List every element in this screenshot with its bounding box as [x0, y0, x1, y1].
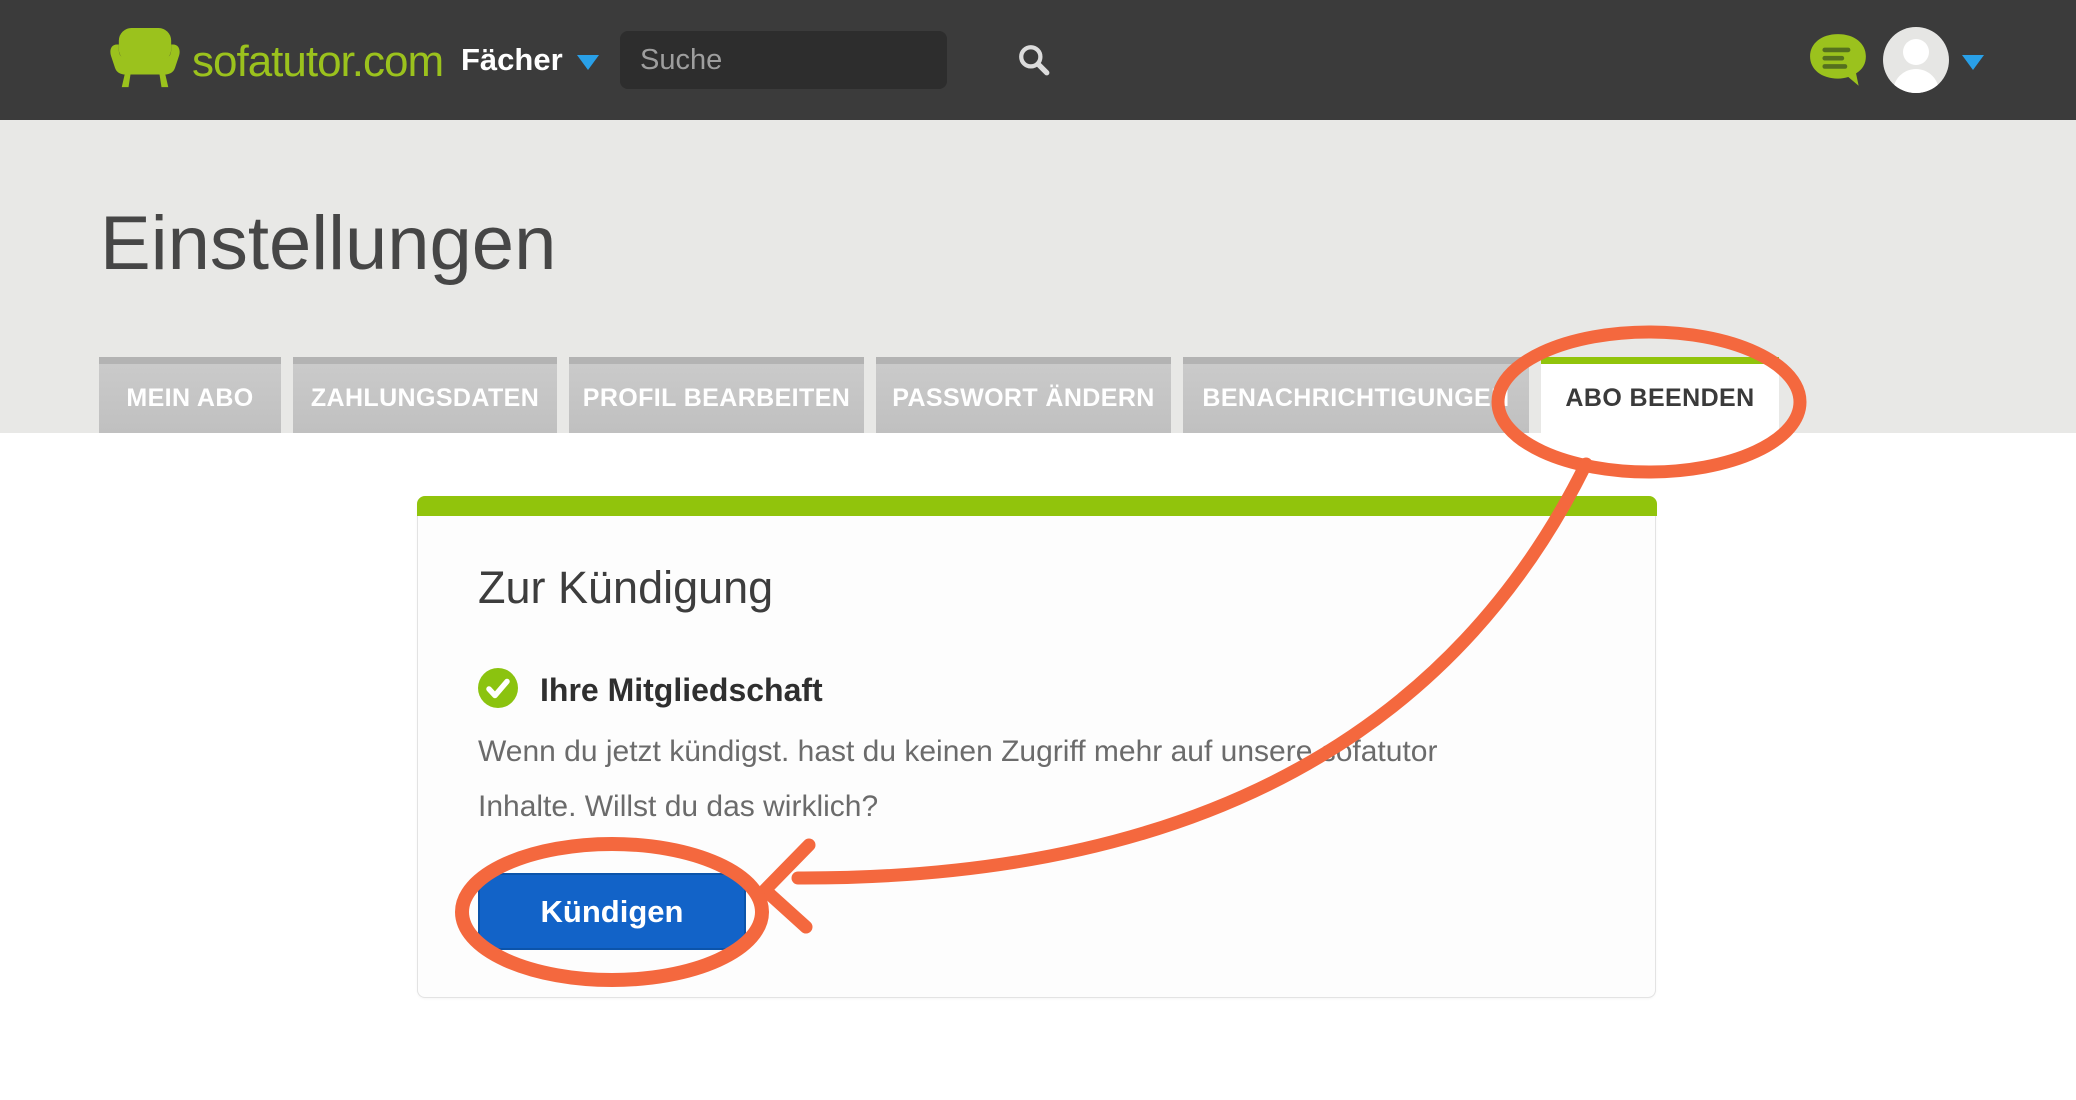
- cancellation-card: Zur Kündigung Ihre Mitgliedschaft Wenn d…: [417, 496, 1656, 998]
- tab-label: ZAHLUNGSDATEN: [311, 384, 539, 413]
- tab-mein-abo[interactable]: MEIN ABO: [99, 357, 281, 433]
- tab-label: MEIN ABO: [126, 384, 253, 413]
- chat-bubble-icon: [1808, 76, 1870, 93]
- user-menu[interactable]: [1883, 27, 1984, 93]
- search-input[interactable]: [620, 44, 1017, 77]
- avatar-shoulders-shape: [1893, 69, 1939, 93]
- page-title: Einstellungen: [100, 200, 556, 287]
- membership-status-row: Ihre Mitgliedschaft: [478, 668, 823, 713]
- card-body-text: Wenn du jetzt kündigst. hast du keinen Z…: [478, 724, 1437, 834]
- card-accent-bar: [417, 496, 1657, 516]
- tab-label: PROFIL BEARBEITEN: [583, 384, 850, 413]
- tab-profil-bearbeiten[interactable]: PROFIL BEARBEITEN: [569, 357, 864, 433]
- messages-button[interactable]: [1808, 33, 1870, 94]
- chevron-down-icon: [577, 55, 599, 70]
- tab-abo-beenden[interactable]: ABO BEENDEN: [1541, 357, 1779, 433]
- tab-label: BENACHRICHTIGUNGEN: [1202, 384, 1509, 413]
- cancel-subscription-button[interactable]: Kündigen: [478, 873, 746, 950]
- check-icon: [478, 668, 518, 713]
- nav-item-faecher[interactable]: Fächer: [461, 0, 599, 120]
- tab-zahlungsdaten[interactable]: ZAHLUNGSDATEN: [293, 357, 557, 433]
- tab-passwort-aendern[interactable]: PASSWORT ÄNDERN: [876, 357, 1171, 433]
- top-navbar: sofatutor.com Fächer: [0, 0, 2076, 120]
- sofa-logo-icon: [110, 28, 180, 95]
- search-icon[interactable]: [1017, 31, 1051, 89]
- card-heading: Zur Kündigung: [478, 562, 773, 614]
- nav-item-label: Fächer: [461, 42, 563, 78]
- card-body-line-2: Inhalte. Willst du das wirklich?: [478, 779, 1437, 834]
- tab-benachrichtigungen[interactable]: BENACHRICHTIGUNGEN: [1183, 357, 1529, 433]
- cancel-button-label: Kündigen: [541, 894, 684, 930]
- membership-label: Ihre Mitgliedschaft: [540, 672, 823, 709]
- logo-text: sofatutor.com: [192, 37, 443, 87]
- settings-page: sofatutor.com Fächer: [0, 0, 2076, 1100]
- search-box: [620, 31, 947, 89]
- tab-label: ABO BEENDEN: [1565, 384, 1754, 413]
- avatar-head-shape: [1903, 39, 1929, 65]
- card-body-line-1: Wenn du jetzt kündigst. hast du keinen Z…: [478, 724, 1437, 779]
- tab-label: PASSWORT ÄNDERN: [892, 384, 1154, 413]
- avatar[interactable]: [1883, 27, 1949, 93]
- user-menu-chevron-icon: [1962, 55, 1984, 70]
- logo[interactable]: sofatutor.com: [110, 28, 443, 95]
